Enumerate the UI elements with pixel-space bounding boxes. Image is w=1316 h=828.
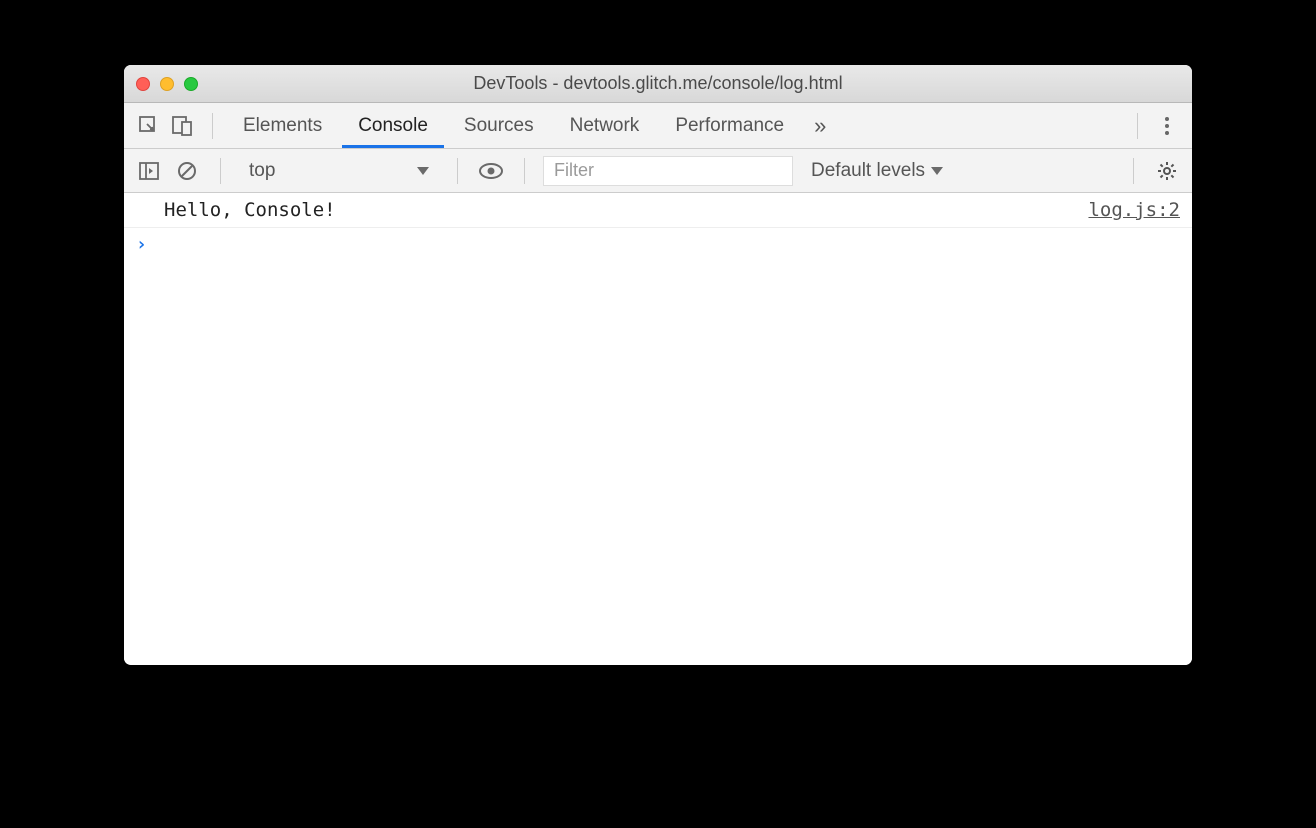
tab-network[interactable]: Network	[554, 103, 656, 148]
device-toolbar-icon[interactable]	[168, 103, 198, 148]
chevron-down-icon	[931, 167, 943, 175]
log-levels-select[interactable]: Default levels	[801, 160, 953, 182]
console-settings-icon[interactable]	[1152, 161, 1182, 181]
live-expression-icon[interactable]	[476, 163, 506, 179]
divider	[212, 113, 213, 139]
tab-performance[interactable]: Performance	[659, 103, 800, 148]
devtools-window: DevTools - devtools.glitch.me/console/lo…	[124, 65, 1192, 665]
log-message-text: Hello, Console!	[164, 199, 336, 221]
tab-sources[interactable]: Sources	[448, 103, 550, 148]
main-tabbar: Elements Console Sources Network Perform…	[124, 103, 1192, 149]
divider	[1133, 158, 1134, 184]
traffic-lights	[136, 77, 198, 91]
log-source-link[interactable]: log.js:2	[1088, 199, 1180, 221]
console-prompt-row[interactable]: ›	[124, 228, 1192, 261]
devtools-menu-button[interactable]	[1152, 103, 1182, 148]
minimize-window-button[interactable]	[160, 77, 174, 91]
console-output[interactable]: Hello, Console! log.js:2 ›	[124, 193, 1192, 665]
close-window-button[interactable]	[136, 77, 150, 91]
divider	[524, 158, 525, 184]
console-toolbar: top Default levels	[124, 149, 1192, 193]
execution-context-select[interactable]: top	[239, 160, 439, 182]
chevron-down-icon	[417, 167, 429, 175]
divider	[457, 158, 458, 184]
clear-console-icon[interactable]	[172, 161, 202, 181]
zoom-window-button[interactable]	[184, 77, 198, 91]
more-tabs-button[interactable]: »	[804, 113, 836, 139]
log-levels-label: Default levels	[811, 160, 925, 182]
log-message-row: Hello, Console! log.js:2	[124, 193, 1192, 228]
divider	[220, 158, 221, 184]
titlebar: DevTools - devtools.glitch.me/console/lo…	[124, 65, 1192, 103]
prompt-caret-icon: ›	[136, 234, 156, 255]
divider	[1137, 113, 1138, 139]
tab-console[interactable]: Console	[342, 103, 444, 148]
tab-elements[interactable]: Elements	[227, 103, 338, 148]
window-title: DevTools - devtools.glitch.me/console/lo…	[124, 73, 1192, 94]
toggle-console-sidebar-icon[interactable]	[134, 162, 164, 180]
filter-input[interactable]	[543, 156, 793, 186]
inspect-element-icon[interactable]	[134, 103, 164, 148]
execution-context-label: top	[249, 160, 275, 182]
